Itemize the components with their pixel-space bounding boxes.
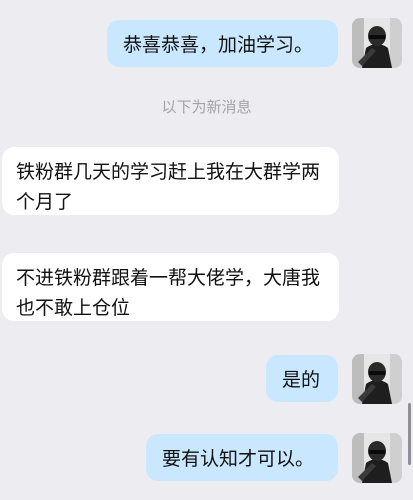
scrollbar[interactable] bbox=[408, 403, 411, 465]
avatar-photo-icon bbox=[352, 18, 402, 68]
avatar-photo-icon bbox=[352, 433, 402, 483]
outgoing-message-bubble[interactable]: 要有认知才可以。 bbox=[146, 434, 338, 481]
user-avatar[interactable] bbox=[352, 18, 402, 68]
incoming-message-bubble[interactable]: 不进铁粉群跟着一帮大佬学，大唐我也不敢上仓位 bbox=[2, 253, 339, 321]
user-avatar[interactable] bbox=[352, 354, 402, 404]
outgoing-message-bubble[interactable]: 是的 bbox=[266, 355, 338, 402]
incoming-message-bubble[interactable]: 铁粉群几天的学习赶上我在大群学两个月了 bbox=[2, 147, 339, 215]
new-messages-divider: 以下为新消息 bbox=[161, 98, 252, 116]
user-avatar[interactable] bbox=[352, 433, 402, 483]
avatar-photo-icon bbox=[352, 354, 402, 404]
outgoing-message-bubble[interactable]: 恭喜恭喜，加油学习。 bbox=[107, 20, 338, 67]
